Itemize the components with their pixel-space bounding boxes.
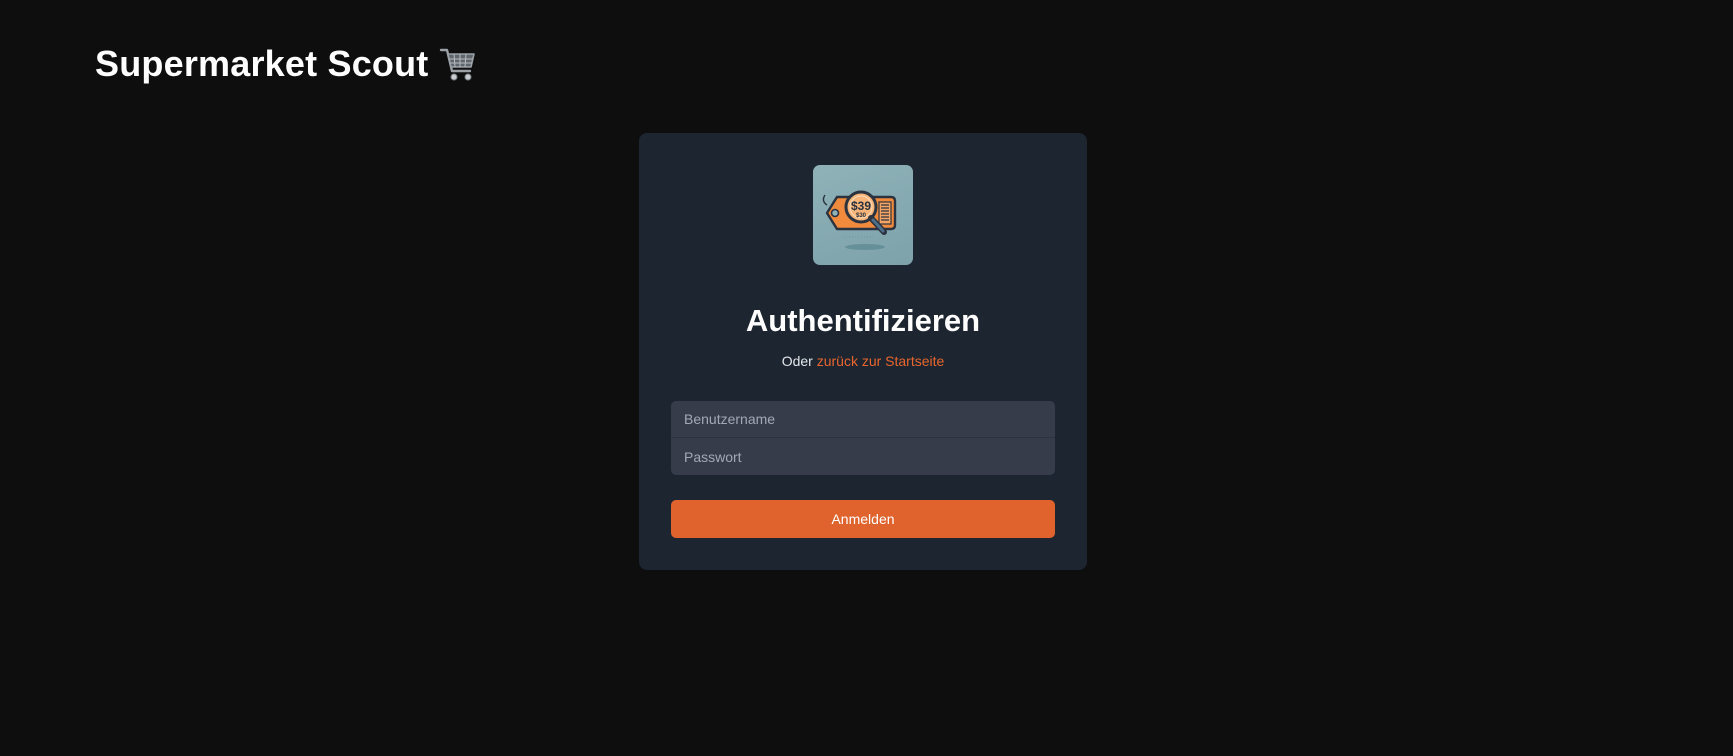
logo-price-small: $30 [856, 213, 867, 219]
auth-subtitle: Oder zurück zur Startseite [639, 351, 1087, 371]
login-card: $39 $30 Authentifizieren Oder zurück zur… [639, 133, 1087, 570]
subtitle-prefix: Oder [781, 353, 813, 369]
price-tag-magnifier-icon: $39 $30 [813, 165, 913, 265]
shopping-cart-icon [439, 44, 477, 84]
username-input[interactable] [671, 401, 1055, 438]
app-title: Supermarket Scout [95, 43, 429, 84]
app-header: Supermarket Scout [95, 40, 477, 88]
back-to-home-link[interactable]: zurück zur Startseite [817, 353, 945, 369]
login-button[interactable]: Anmelden [671, 500, 1055, 538]
logo-price-main: $39 [851, 199, 871, 213]
password-input[interactable] [671, 438, 1055, 475]
page: Supermarket Scout $39 $30 Authentifizier… [0, 0, 1733, 756]
auth-heading: Authentifizieren [745, 303, 981, 338]
